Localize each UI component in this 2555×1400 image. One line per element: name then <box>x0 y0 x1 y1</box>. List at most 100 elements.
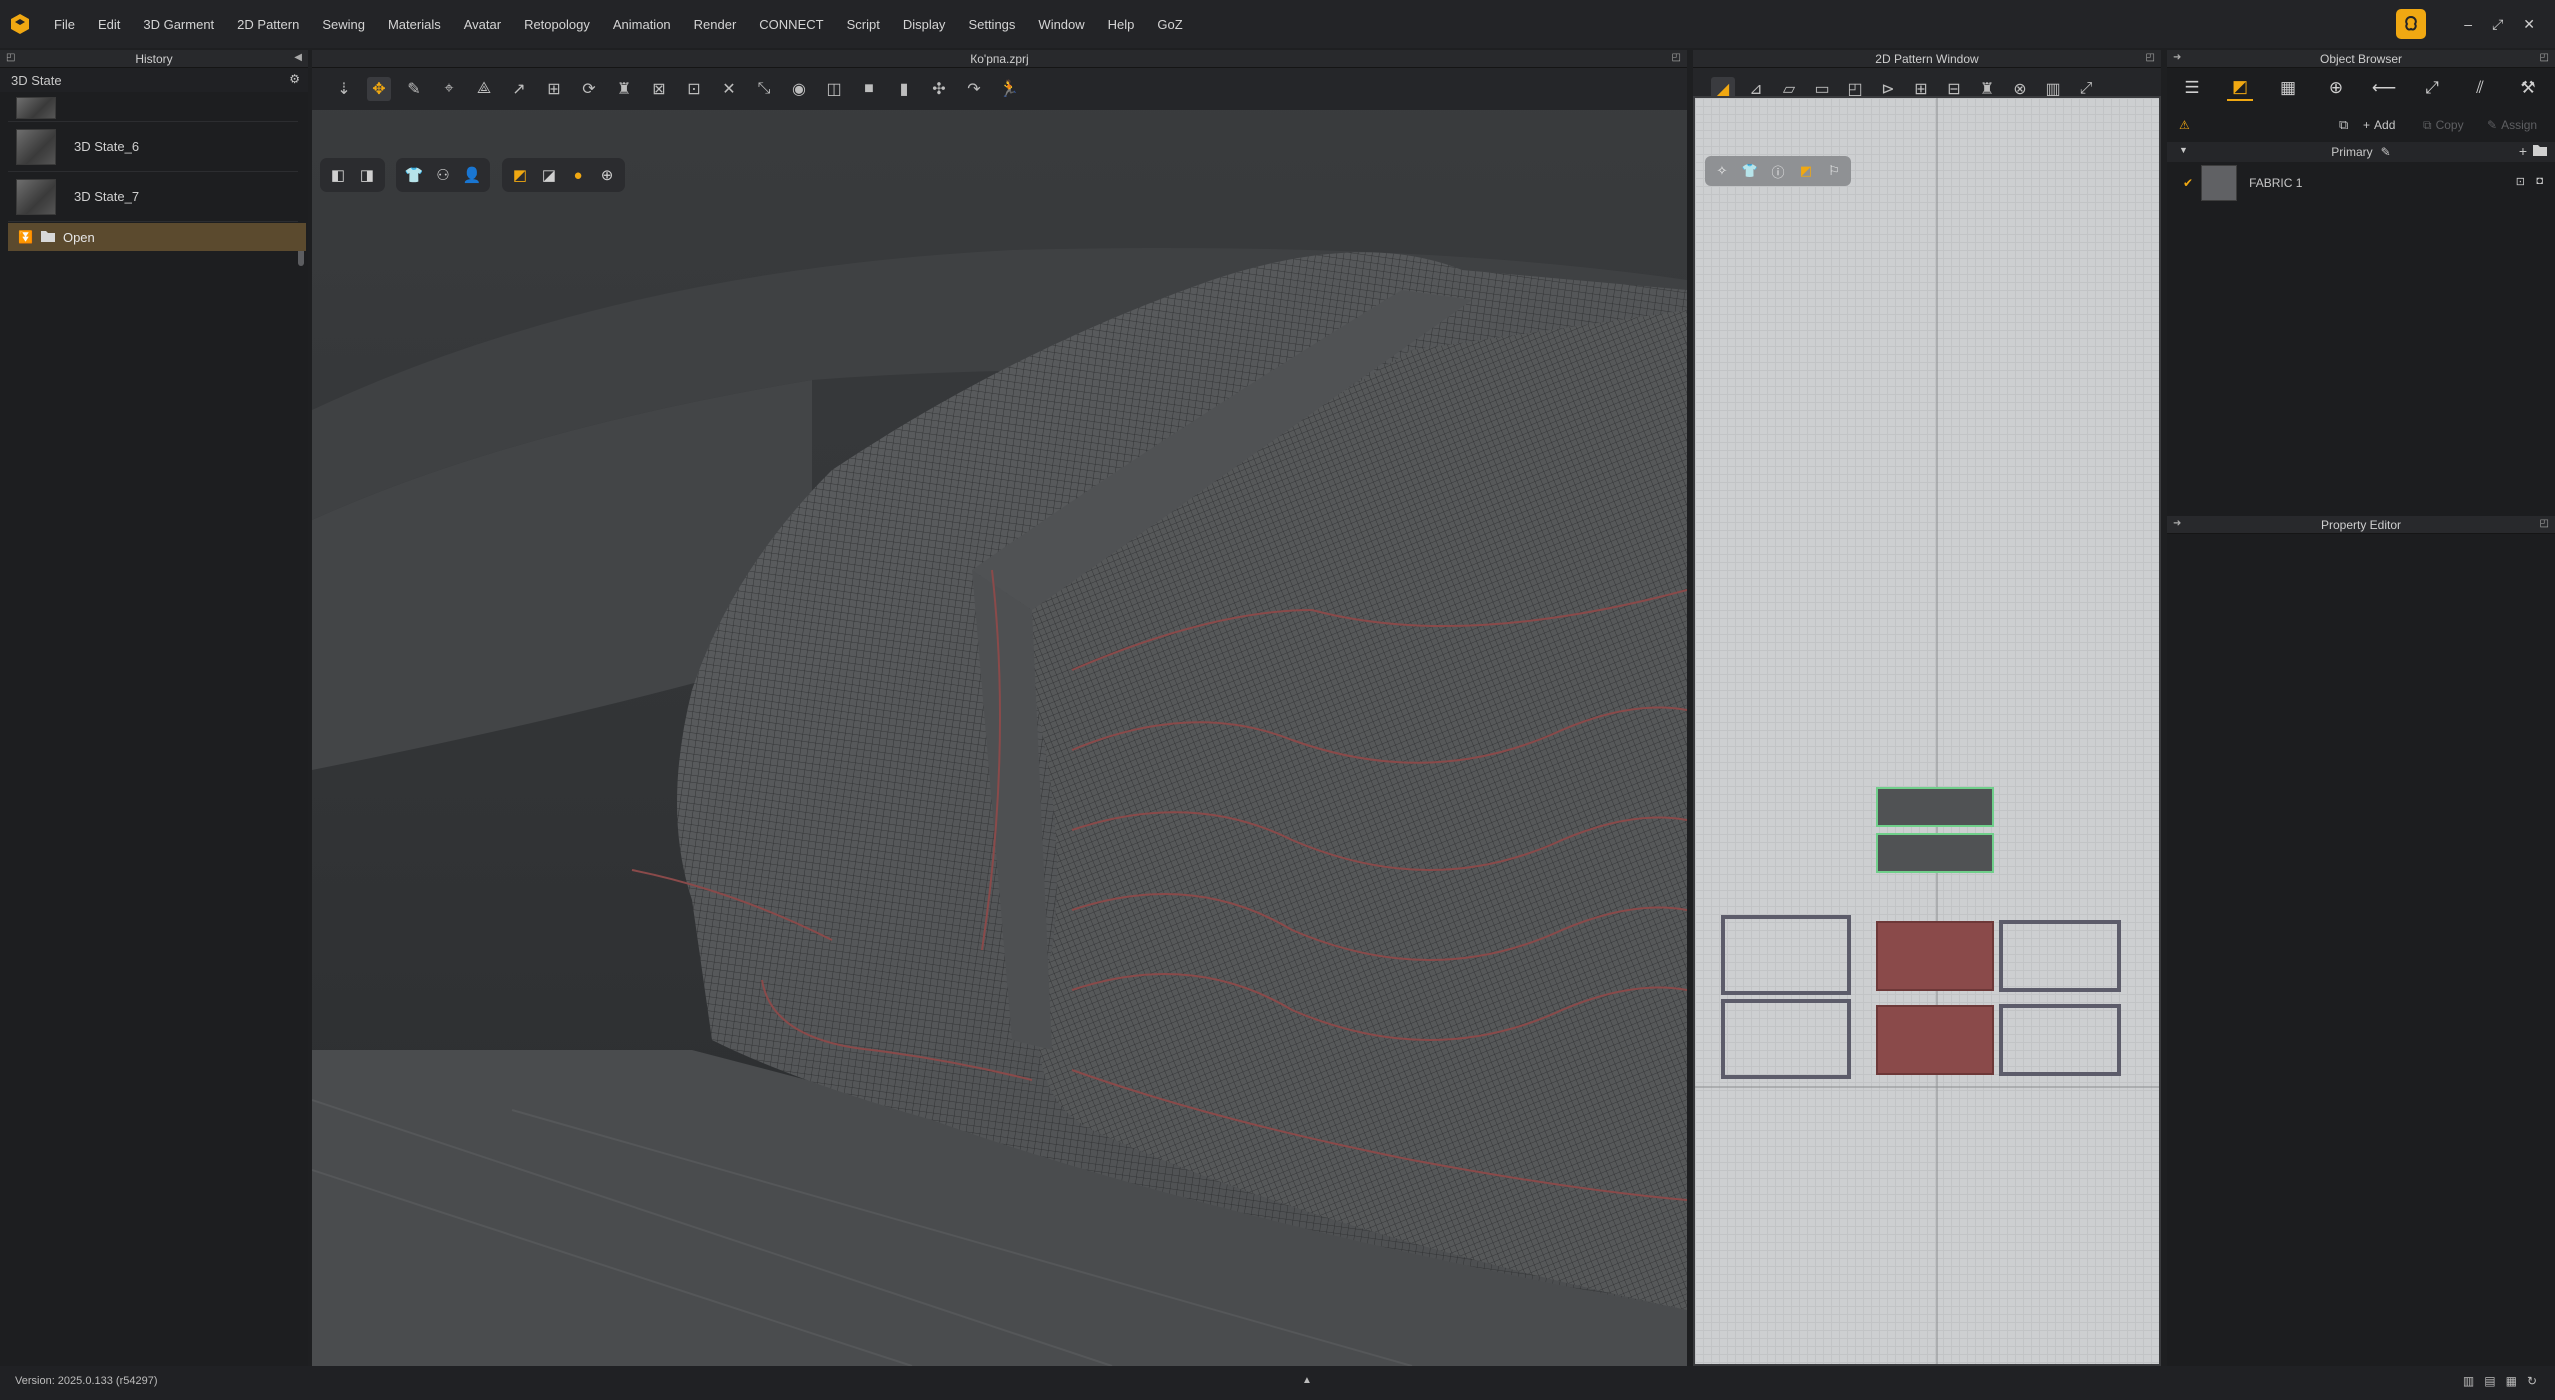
menu-render[interactable]: Render <box>694 17 737 32</box>
button-tool-icon[interactable]: ✣ <box>927 77 951 101</box>
stamp-icon[interactable]: ◫ <box>822 77 846 101</box>
menu-help[interactable]: Help <box>1108 17 1135 32</box>
list-item[interactable]: 3D State_7 <box>8 172 298 222</box>
grid-icon[interactable]: ⊡ <box>682 77 706 101</box>
move-icon[interactable]: ✥ <box>367 77 391 101</box>
buttonhole-icon[interactable]: ⟵ <box>2371 75 2397 101</box>
button-icon[interactable]: ⊕ <box>2323 75 2349 101</box>
expand-right-icon[interactable]: ➜ <box>2173 52 2181 63</box>
globe-icon[interactable]: ⊕ <box>597 165 617 185</box>
folder-icon[interactable] <box>2533 144 2547 159</box>
checker-icon[interactable]: ▦ <box>2275 75 2301 101</box>
curve-icon[interactable]: ↷ <box>962 77 986 101</box>
measure-icon[interactable]: ↗ <box>507 77 531 101</box>
check-icon[interactable]: ✔ <box>2183 176 2193 190</box>
expand-right-icon[interactable]: ➜ <box>2173 518 2181 529</box>
list-item[interactable] <box>8 94 298 122</box>
menu-settings[interactable]: Settings <box>968 17 1015 32</box>
fold-icon[interactable]: ⟁ <box>472 77 496 101</box>
arrange-icon[interactable]: ⊞ <box>542 77 566 101</box>
fabric-item[interactable]: ✔ FABRIC 1 ⊡ ◘ <box>2167 163 2555 203</box>
state-thumbnail <box>16 96 56 119</box>
undock-icon[interactable]: ◰ <box>2540 518 2549 529</box>
shaded-view-icon[interactable]: ◧ <box>328 165 348 185</box>
menu-retopology[interactable]: Retopology <box>524 17 590 32</box>
collapse-left-icon[interactable]: ◀ <box>294 52 302 63</box>
warning-icon[interactable]: ⚠ <box>2179 118 2190 132</box>
open-row[interactable]: ⏬ Open <box>8 223 306 251</box>
add-label: Add <box>2374 118 2396 132</box>
pencil-icon[interactable]: ✎ <box>2381 145 2391 159</box>
fabric-apply-icon[interactable]: ⊡ <box>2516 175 2525 188</box>
assign-button[interactable]: ✎ Assign <box>2487 118 2537 132</box>
minimize-button[interactable]: – <box>2464 16 2472 32</box>
close-button[interactable]: ✕ <box>2523 16 2535 33</box>
menu-edit[interactable]: Edit <box>98 17 120 32</box>
tack-icon[interactable]: ✕ <box>717 77 741 101</box>
zipper-icon[interactable]: ⫽ <box>2467 75 2493 101</box>
3d-scene[interactable] <box>312 50 1687 1366</box>
mesh-view-icon[interactable]: ◨ <box>357 165 377 185</box>
menu-goz[interactable]: GoZ <box>1157 17 1182 32</box>
connect-icon[interactable] <box>2396 9 2427 39</box>
bulb-icon[interactable]: ● <box>568 165 588 185</box>
undock-icon[interactable]: ◰ <box>2540 52 2549 63</box>
menu-2d-pattern[interactable]: 2D Pattern <box>237 17 299 32</box>
plus-icon[interactable]: + <box>2519 143 2527 159</box>
layout-3d-icon[interactable]: ▤ <box>2484 1374 2495 1388</box>
seam-icon[interactable]: ⊠ <box>647 77 671 101</box>
fabric-delete-icon[interactable]: ◘ <box>2536 175 2543 187</box>
avatar-icon[interactable]: ◉ <box>787 77 811 101</box>
stretch-icon[interactable]: ⤡ <box>752 77 776 101</box>
menu-display[interactable]: Display <box>903 17 946 32</box>
refresh-icon[interactable]: ↻ <box>2527 1374 2537 1388</box>
fabric-tab-icon[interactable]: ◩ <box>2227 75 2253 101</box>
rotate-icon[interactable]: ⟳ <box>577 77 601 101</box>
menu-connect[interactable]: CONNECT <box>759 17 823 32</box>
brush-icon[interactable]: ✎ <box>402 77 426 101</box>
chevron-double-down-icon[interactable]: ⏬ <box>18 230 33 244</box>
assign-label: Assign <box>2501 118 2538 132</box>
shirt-icon[interactable]: 👕 <box>404 165 424 185</box>
menu-file[interactable]: File <box>54 17 75 32</box>
pin-icon[interactable]: ⌖ <box>437 77 461 101</box>
pattern-canvas[interactable]: ✧ 👕 ⓘ ◩ ⚐ <box>1693 96 2161 1366</box>
menu-animation[interactable]: Animation <box>613 17 671 32</box>
garment-icon[interactable]: ♜ <box>612 77 636 101</box>
undock-icon[interactable]: ◰ <box>6 52 15 63</box>
history-header: ◰ History ◀ <box>0 50 308 68</box>
copy-button[interactable]: ⧉ Copy <box>2423 118 2464 133</box>
avatar-display-icon[interactable]: 👤 <box>462 165 482 185</box>
layout-2d-icon[interactable]: ▥ <box>2463 1374 2474 1388</box>
menu-materials[interactable]: Materials <box>388 17 441 32</box>
undock-icon[interactable]: ◰ <box>2146 52 2155 63</box>
menu-avatar[interactable]: Avatar <box>464 17 501 32</box>
menu-window[interactable]: Window <box>1038 17 1084 32</box>
zip-icon[interactable]: ▮ <box>892 77 916 101</box>
primary-group-row[interactable]: ▼ Primary ✎ + <box>2167 142 2555 162</box>
triangle-up-icon[interactable]: ▲ <box>1302 1375 1312 1386</box>
topstitch-icon[interactable]: ⤢ <box>2419 75 2445 101</box>
history-subhead: 3D State ⚙ <box>0 68 308 92</box>
fabric-icon[interactable]: ◩ <box>510 165 530 185</box>
light-icon[interactable]: ◪ <box>539 165 559 185</box>
list-icon[interactable]: ☰ <box>2179 75 2205 101</box>
3d-viewport[interactable]: Ко'рпа.zprj ◰ ⇣ ✥ ✎ ⌖ ⟁ ↗ ⊞ ⟳ ♜ ⊠ ⊡ ✕ ⤡ … <box>312 50 1687 1366</box>
hanger-icon[interactable]: ⚇ <box>433 165 453 185</box>
folder-icon <box>40 230 55 245</box>
menu-sewing[interactable]: Sewing <box>322 17 365 32</box>
layout-split-icon[interactable]: ▦ <box>2506 1374 2517 1388</box>
settings-icon[interactable]: ⚙ <box>289 72 300 86</box>
add-library-icon[interactable]: ⧉ <box>2339 117 2348 133</box>
walk-icon[interactable]: 🏃 <box>997 77 1021 101</box>
maximize-button[interactable]: ⤢ <box>2492 16 2503 33</box>
menu-3d-garment[interactable]: 3D Garment <box>143 17 214 32</box>
box-icon[interactable]: ■ <box>857 77 881 101</box>
trim-icon[interactable]: ⚒ <box>2515 75 2541 101</box>
select-icon[interactable]: ⇣ <box>332 77 356 101</box>
menu-script[interactable]: Script <box>847 17 880 32</box>
undock-icon[interactable]: ◰ <box>1672 52 1681 63</box>
list-item[interactable]: 3D State_6 <box>8 122 298 172</box>
add-button[interactable]: + Add <box>2363 118 2395 132</box>
triangle-down-icon[interactable]: ▼ <box>2179 145 2188 155</box>
